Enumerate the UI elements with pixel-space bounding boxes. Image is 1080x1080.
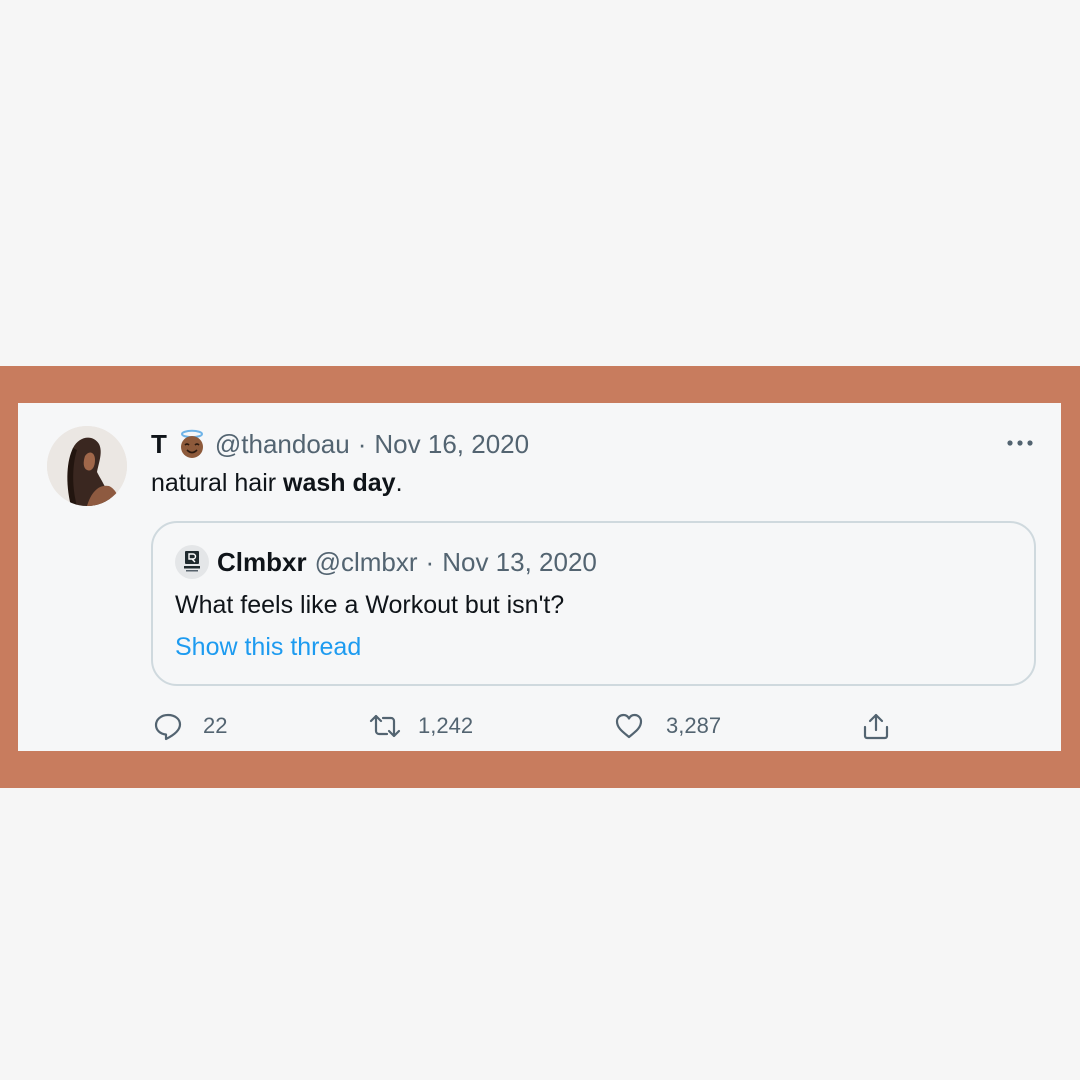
tweet-text-plain: natural hair xyxy=(151,469,284,497)
quoted-separator: · xyxy=(425,547,435,577)
retweet-count: 1,242 xyxy=(418,713,474,738)
author-avatar[interactable] xyxy=(47,426,127,506)
tweet-date[interactable]: Nov 16, 2020 xyxy=(374,427,529,461)
avatar-photo xyxy=(47,426,127,506)
clmbxr-logo-icon xyxy=(184,551,200,572)
reply-button[interactable]: 22 xyxy=(153,708,227,744)
tweet-text-end: . xyxy=(395,469,403,497)
tweet-text: natural hair wash day. xyxy=(151,466,403,500)
angel-face-emoji-icon xyxy=(177,429,207,459)
tweet-frame: T @thandoau · Nov 16, 2020 natural hair … xyxy=(0,366,1080,788)
quoted-author-name[interactable]: Clmbxr xyxy=(217,545,307,579)
tweet-actions: 22 1,242 3,287 xyxy=(18,708,1061,744)
reply-icon xyxy=(154,713,182,741)
retweet-button[interactable]: 1,242 xyxy=(368,708,473,744)
like-button[interactable]: 3,287 xyxy=(614,708,721,744)
show-thread-link[interactable]: Show this thread xyxy=(175,630,361,664)
tweet-text-bold: wash day xyxy=(283,469,396,497)
more-options-button[interactable] xyxy=(1003,429,1037,457)
quoted-tweet-header: Clmbxr @clmbxr · Nov 13, 2020 xyxy=(175,545,597,579)
retweet-icon xyxy=(369,714,401,738)
like-count: 3,287 xyxy=(666,713,722,738)
tweet-header: T @thandoau · Nov 16, 2020 xyxy=(151,427,529,461)
quoted-author-avatar xyxy=(175,545,209,579)
header-separator: · xyxy=(357,429,367,459)
more-horizontal-icon xyxy=(1007,440,1033,446)
reply-count: 22 xyxy=(203,713,228,738)
share-button[interactable] xyxy=(861,708,891,744)
author-name[interactable]: T xyxy=(151,427,167,461)
quoted-author-handle[interactable]: @clmbxr xyxy=(315,545,418,579)
quoted-tweet[interactable]: Clmbxr @clmbxr · Nov 13, 2020 What feels… xyxy=(151,521,1036,686)
share-icon xyxy=(863,713,889,740)
heart-icon xyxy=(615,713,643,739)
author-handle[interactable]: @thandoau xyxy=(215,427,350,461)
quoted-date[interactable]: Nov 13, 2020 xyxy=(442,545,597,579)
tweet-card[interactable]: T @thandoau · Nov 16, 2020 natural hair … xyxy=(18,403,1061,751)
quoted-tweet-text: What feels like a Workout but isn't? xyxy=(175,591,565,619)
